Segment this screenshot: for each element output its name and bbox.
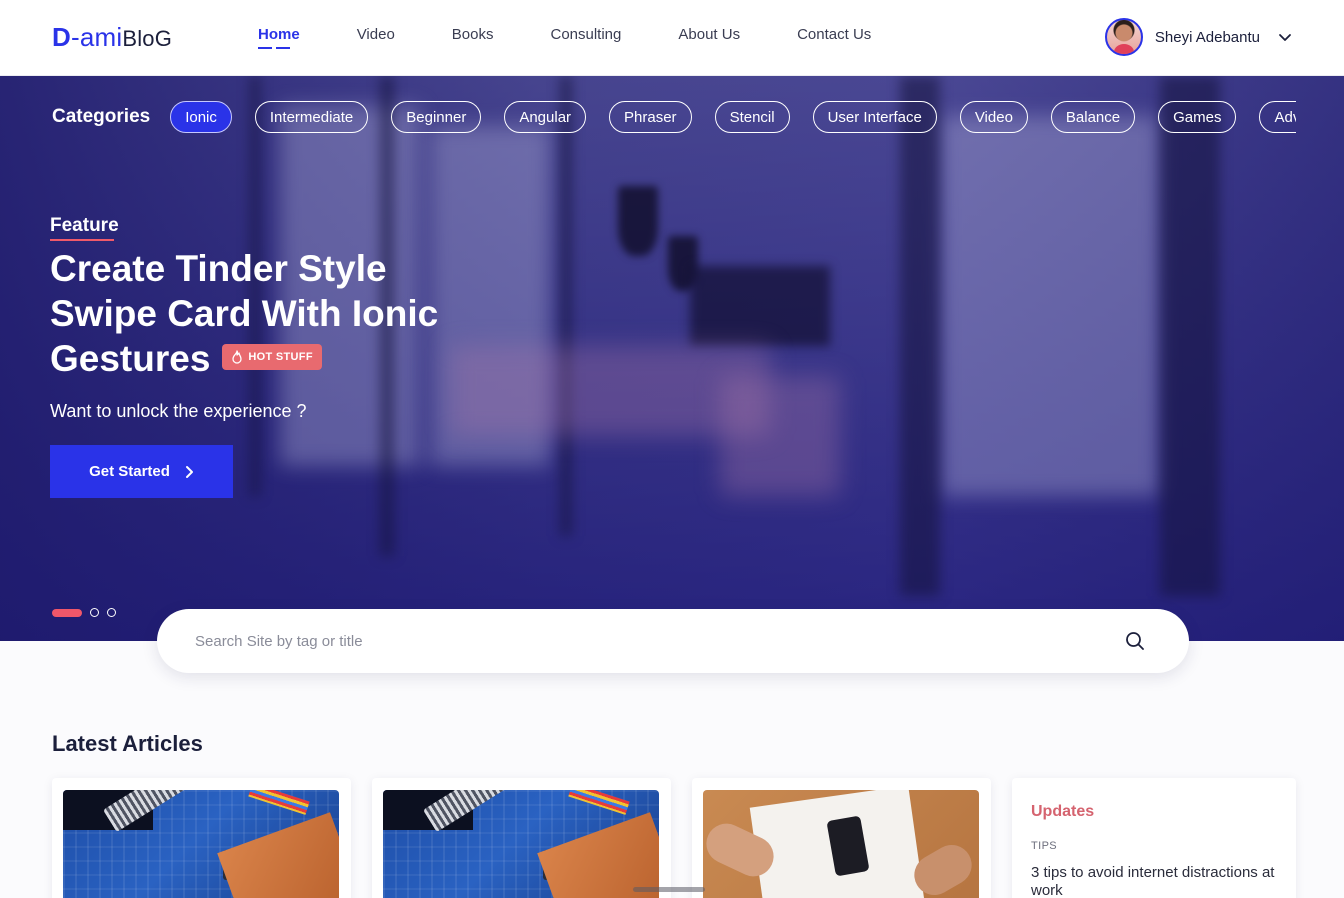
update-tag: TIPS (1031, 840, 1058, 852)
hero-banner: Categories Ionic Intermediate Beginner A… (0, 76, 1344, 641)
category-chip-advanced[interactable]: Advanced (1259, 101, 1296, 133)
search-icon[interactable] (1123, 629, 1147, 653)
article-thumbnail (703, 790, 979, 898)
nav-books[interactable]: Books (452, 26, 494, 43)
category-chip-ionic[interactable]: Ionic (170, 101, 232, 133)
carousel-dots (52, 608, 124, 617)
page: D-amiBloG Home Video Books Consulting Ab… (0, 0, 1344, 898)
latest-articles-heading: Latest Articles (52, 731, 203, 756)
category-chip-beginner[interactable]: Beginner (391, 101, 482, 133)
nav-contact-us[interactable]: Contact Us (797, 26, 871, 43)
site-logo[interactable]: D-amiBloG (52, 22, 172, 53)
carousel-dot[interactable] (107, 608, 116, 617)
hero-title: Create Tinder Style Swipe Card With Ioni… (50, 246, 470, 381)
category-chip-user-interface[interactable]: User Interface (812, 101, 937, 133)
user-menu[interactable]: Sheyi Adebantu (1104, 18, 1292, 56)
category-chip-video[interactable]: Video (959, 101, 1028, 133)
category-chip-balance[interactable]: Balance (1050, 101, 1136, 133)
article-card[interactable] (52, 778, 351, 898)
update-link[interactable]: 3 tips to avoid internet distractions at… (1031, 864, 1281, 898)
category-chip-intermediate[interactable]: Intermediate (254, 101, 369, 133)
category-chip-stencil[interactable]: Stencil (714, 101, 790, 133)
article-thumbnail (383, 790, 659, 898)
article-thumbnail (63, 790, 339, 898)
hero-subtitle: Want to unlock the experience ? (50, 401, 307, 421)
carousel-dot[interactable] (90, 608, 99, 617)
hot-stuff-badge: HOT STUFF (222, 344, 322, 371)
nav-consulting[interactable]: Consulting (550, 26, 621, 43)
article-card[interactable] (692, 778, 991, 898)
nav-home[interactable]: Home (258, 26, 300, 49)
categories-bar: Categories Ionic Intermediate Beginner A… (52, 100, 1296, 134)
categories-label: Categories (52, 106, 151, 127)
avatar (1104, 18, 1143, 56)
horizontal-scrollbar[interactable] (633, 887, 705, 892)
carousel-dot-active[interactable] (52, 608, 82, 617)
category-chip-angular[interactable]: Angular (504, 101, 587, 133)
get-started-button[interactable]: Get Started (50, 445, 233, 498)
flame-icon (232, 350, 243, 364)
updates-panel: Updates TIPS 3 tips to avoid internet di… (1012, 778, 1296, 898)
main-nav: Home Video Books Consulting About Us Con… (258, 26, 928, 49)
category-chip-phraser[interactable]: Phraser (609, 101, 692, 133)
category-chip-games[interactable]: Games (1158, 101, 1237, 133)
chevron-down-icon[interactable] (1278, 30, 1292, 44)
user-name: Sheyi Adebantu (1154, 28, 1260, 46)
chevron-right-icon (185, 465, 193, 478)
search-bar (157, 609, 1189, 673)
top-header: D-amiBloG Home Video Books Consulting Ab… (0, 0, 1344, 76)
feature-label: Feature (50, 215, 119, 241)
updates-title: Updates (1031, 803, 1095, 820)
nav-about-us[interactable]: About Us (678, 26, 740, 43)
nav-video[interactable]: Video (357, 26, 395, 43)
article-card[interactable] (372, 778, 671, 898)
search-input[interactable] (195, 621, 1123, 661)
